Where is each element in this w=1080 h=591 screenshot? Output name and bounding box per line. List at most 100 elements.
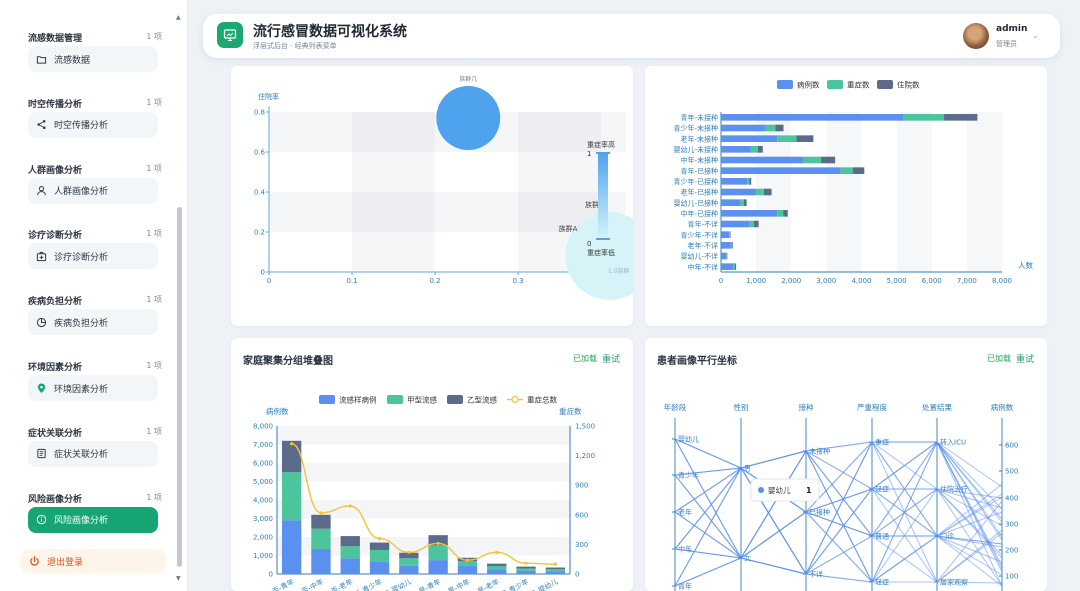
status-badge: 已加载 bbox=[573, 354, 597, 363]
sidebar-item[interactable]: 疾病负担分析 bbox=[28, 309, 158, 336]
pie-icon bbox=[36, 317, 47, 327]
bar-segment bbox=[369, 549, 390, 562]
bar-segment bbox=[903, 114, 945, 121]
card-title: 患者画像平行坐标 bbox=[657, 356, 737, 367]
sidebar: 流感数据管理 1 项流感数据 时空传播分析 1 项时空传播分析 人群画像分析 1 项人群画… bbox=[0, 0, 188, 591]
scroll-thumb[interactable] bbox=[177, 207, 182, 567]
app-subtitle: 浮层式后台 · 经典列表菜单 bbox=[253, 42, 337, 50]
x-tick-label: 0.2 bbox=[429, 277, 440, 285]
sidebar-item[interactable]: 人群画像分析 bbox=[28, 177, 158, 204]
y-tick-label: 6,000 bbox=[253, 460, 273, 468]
sidebar-item[interactable]: 风险画像分析 bbox=[28, 506, 158, 533]
axis-label: 转入ICU bbox=[940, 438, 966, 447]
x-tick-label: 2,000 bbox=[781, 277, 801, 285]
sidebar-item[interactable]: 环境因素分析 bbox=[28, 375, 158, 401]
axis-label: 200 bbox=[1005, 547, 1018, 555]
parallel-line bbox=[674, 441, 1003, 587]
sidebar-item-label: 风险画像分析 bbox=[54, 516, 109, 527]
bar-segment bbox=[516, 566, 536, 569]
bar-segment bbox=[545, 567, 566, 570]
line-point bbox=[377, 536, 382, 541]
bar-segment bbox=[281, 472, 302, 521]
y-tick-label: 老年-未接种 bbox=[680, 134, 718, 143]
y-tick-label: 中年-未接种 bbox=[680, 156, 718, 165]
y-right-tick-label: 900 bbox=[575, 482, 588, 490]
bar-segment bbox=[721, 199, 741, 206]
bar-segment bbox=[281, 440, 302, 473]
x-tick-label: 0.1 bbox=[346, 277, 357, 285]
app-logo bbox=[217, 22, 243, 48]
bar-segment bbox=[726, 252, 728, 260]
y-tick-label: 0.4 bbox=[254, 189, 266, 197]
scroll-up-icon[interactable]: ▲ bbox=[176, 14, 181, 21]
sidebar-item[interactable]: 时空传播分析 bbox=[28, 111, 158, 138]
x-tick-label: 是-中年 bbox=[446, 577, 471, 591]
avatar[interactable] bbox=[963, 23, 989, 49]
line-point bbox=[495, 550, 499, 554]
legend-swatch bbox=[319, 395, 335, 404]
y-tick-label: 中年-不详 bbox=[687, 262, 718, 271]
bar-segment bbox=[754, 220, 759, 228]
tooltip-label: 婴幼儿 bbox=[768, 485, 791, 495]
bar-segment bbox=[775, 124, 784, 132]
bubble-chart-card: 0 0.2 0.4 0.6 0.8 0 0.1 0.2 0.3 住院率 族群几 族群A 族群 1.0族群 重… bbox=[231, 66, 633, 326]
legend-swatch bbox=[387, 395, 403, 404]
x-tick-label: 是-婴幼儿 bbox=[528, 577, 559, 591]
axis-label: 已接种 bbox=[809, 508, 830, 517]
x-tick-label: 0 bbox=[719, 277, 723, 285]
axis-label: 100 bbox=[1005, 573, 1018, 581]
bar-segment bbox=[777, 210, 784, 217]
tooltip-value: 1 bbox=[806, 486, 812, 495]
y-tick-label: 婴幼儿-已接种 bbox=[673, 198, 718, 207]
x-tick-label: 4,000 bbox=[851, 277, 871, 285]
y-tick-label: 中年-已接种 bbox=[680, 209, 718, 218]
sidebar-item-label: 疾病负担分析 bbox=[54, 318, 109, 329]
axis-name: 严重程度 bbox=[857, 402, 887, 412]
legend-label: 住院数 bbox=[897, 80, 920, 90]
y-right-tick-label: 1,500 bbox=[575, 423, 595, 431]
chevron-down-icon[interactable]: ⌄ bbox=[1032, 31, 1039, 40]
parallel-line bbox=[674, 441, 1003, 587]
y-tick-label: 青少年-已接种 bbox=[673, 177, 718, 186]
sidebar-group-title: 风险画像分析 1 项 bbox=[28, 492, 162, 505]
logout-label: 退出登录 bbox=[47, 557, 84, 568]
y-tick-label: 青年-未接种 bbox=[680, 113, 718, 122]
legend-label: 重症数 bbox=[847, 80, 870, 90]
sidebar-item-label: 症状关联分析 bbox=[54, 450, 109, 461]
y-tick-label: 5,000 bbox=[253, 478, 273, 486]
legend-label: 流感样病例 bbox=[339, 395, 377, 405]
bar-segment bbox=[721, 210, 778, 217]
legend-swatch bbox=[777, 80, 793, 89]
x-tick-label: 1,000 bbox=[746, 277, 766, 285]
user-name[interactable]: admin bbox=[996, 24, 1027, 34]
sidebar-item[interactable]: 症状关联分析 bbox=[28, 440, 158, 467]
sidebar-group-count: 1 项 bbox=[146, 426, 162, 436]
retry-button[interactable]: 重试 bbox=[602, 352, 620, 365]
retry-button[interactable]: 重试 bbox=[1016, 352, 1034, 365]
logout-button[interactable]: 退出登录 bbox=[20, 549, 166, 573]
legend-label: 重症总数 bbox=[527, 395, 557, 405]
bar-segment bbox=[747, 178, 750, 185]
bar-segment bbox=[721, 220, 750, 228]
axis-name: 病例数 bbox=[991, 402, 1014, 412]
scroll-down-icon[interactable]: ▼ bbox=[176, 575, 181, 582]
sidebar-scrollbar[interactable]: ▲ ▼ bbox=[176, 14, 183, 582]
tooltip-marker bbox=[758, 487, 764, 493]
sidebar-group-title: 症状关联分析 1 项 bbox=[28, 426, 162, 439]
bar-segment bbox=[311, 514, 331, 529]
info-icon bbox=[36, 514, 47, 525]
y-tick-label: 婴幼儿-未接种 bbox=[673, 145, 718, 154]
y-tick-label: 青少年-不详 bbox=[680, 230, 718, 239]
legend-swatch bbox=[827, 80, 843, 89]
sidebar-group-title: 诊疗诊断分析 1 项 bbox=[28, 229, 162, 242]
y-tick-label: 4,000 bbox=[253, 497, 273, 505]
sidebar-item[interactable]: 流感数据 bbox=[28, 46, 158, 72]
share-icon bbox=[37, 120, 46, 130]
sidebar-group-count: 1 项 bbox=[146, 492, 162, 502]
grid-band bbox=[277, 426, 570, 445]
sidebar-item-label: 人群画像分析 bbox=[54, 187, 109, 198]
x-tick-label: 7,000 bbox=[957, 277, 977, 285]
sidebar-item[interactable]: 诊疗诊断分析 bbox=[28, 243, 158, 270]
bar-segment bbox=[743, 199, 747, 206]
bar-segment bbox=[545, 569, 566, 572]
